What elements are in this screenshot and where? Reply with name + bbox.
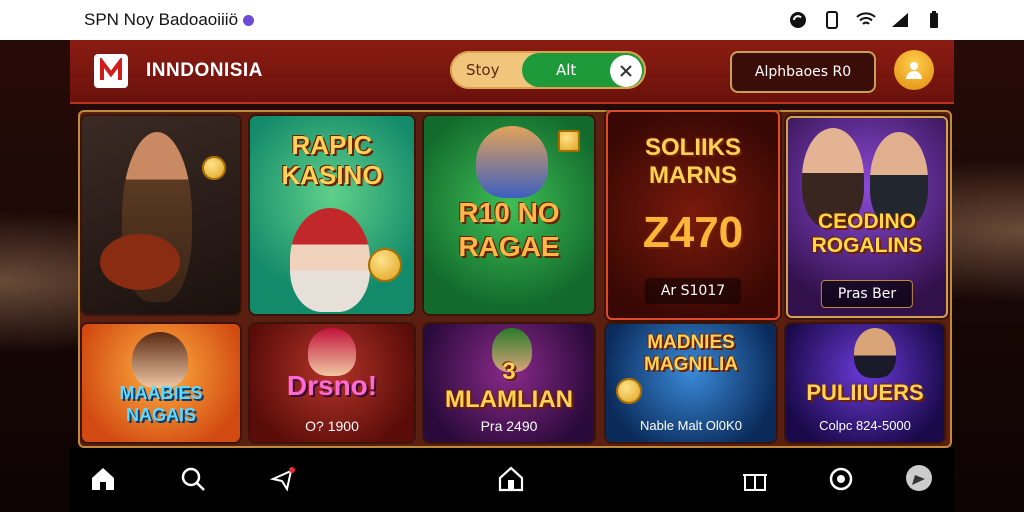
coin-icon [368, 248, 402, 282]
game-title: 3 MLAMLIAN [445, 358, 573, 413]
toggle-option-2[interactable]: Alt [522, 53, 644, 87]
phone-icon [822, 10, 842, 30]
coin-icon [616, 378, 642, 404]
promo-icon[interactable] [266, 462, 300, 496]
brand-name: INNDONISIA [146, 60, 263, 81]
character-figure [476, 126, 548, 198]
game-card[interactable]: SOLIIKS MARNS Z470 Ar S1017 [606, 110, 780, 320]
game-card[interactable]: MADNIES MAGNILIA Nable Malt Ol0K0 [606, 324, 776, 442]
game-title: PULIIUERS [806, 380, 924, 405]
game-caption: Colpc 824-5000 [819, 418, 911, 433]
sync-icon [788, 10, 808, 30]
close-icon[interactable] [610, 55, 642, 87]
game-card[interactable]: MAABIES NAGAIS [82, 324, 240, 442]
game-caption: Pras Ber [820, 280, 914, 308]
user-icon[interactable] [894, 50, 934, 90]
battery-icon [924, 10, 944, 30]
character-figure [308, 328, 356, 376]
store-icon[interactable] [494, 462, 528, 496]
top-header: INNDONISIA Stoy Alt Alphbaoes R0 [70, 40, 954, 104]
search-icon[interactable] [176, 462, 210, 496]
game-caption: Ar S1017 [644, 278, 742, 304]
chat-icon[interactable] [902, 462, 936, 496]
coin-icon [202, 156, 226, 180]
account-button[interactable]: Alphbaoes R0 [730, 51, 876, 93]
character-figure [290, 208, 370, 312]
signal-icon [890, 10, 910, 30]
person-figure [854, 328, 896, 378]
game-caption: O? 1900 [305, 418, 359, 434]
bottom-nav [70, 448, 954, 512]
status-bar: SPN Noy Badoaoiiiö [0, 0, 1024, 40]
wifi-icon [856, 10, 876, 30]
game-card[interactable]: PULIIUERS Colpc 824-5000 [786, 324, 944, 442]
game-title: MAABIES NAGAIS [119, 383, 203, 425]
game-big-number: Z470 [642, 208, 744, 257]
guitar-image [100, 234, 180, 290]
status-title: SPN Noy Badoaoiiiö [84, 10, 255, 30]
settings-icon[interactable] [824, 462, 858, 496]
coin-icon [558, 130, 580, 152]
game-caption: Nable Malt Ol0K0 [640, 418, 742, 433]
game-title: Drsno! [286, 370, 378, 401]
game-card[interactable]: CEODINO ROGALINS Pras Ber [786, 116, 948, 318]
character-figure [132, 332, 188, 388]
game-title: RAPIC KASINO [281, 130, 383, 190]
game-title: MADNIES MAGNILIA [644, 332, 738, 375]
mode-toggle[interactable]: Stoy Alt [450, 51, 646, 89]
game-card[interactable]: RAPIC KASINO [250, 116, 414, 314]
game-card[interactable]: Drsno! O? 1900 [250, 324, 414, 442]
game-card[interactable]: 3 MLAMLIAN Pra 2490 [424, 324, 594, 442]
game-title: CEODINO ROGALINS [811, 210, 923, 257]
game-caption: Pra 2490 [480, 418, 538, 434]
game-title: SOLIIKS MARNS [644, 134, 741, 189]
gift-icon[interactable] [738, 462, 772, 496]
home-icon[interactable] [86, 462, 120, 496]
notification-dot [243, 15, 255, 26]
brand-logo[interactable] [94, 54, 128, 88]
toggle-option-1[interactable]: Stoy [466, 61, 499, 79]
game-card[interactable]: R10 NO RAGAE [424, 116, 594, 314]
game-title: R10 NO RAGAE [458, 197, 560, 262]
game-card[interactable] [82, 116, 240, 314]
game-grid: RAPIC KASINO R10 NO RAGAE SOLIIKS MARNS … [78, 110, 952, 448]
